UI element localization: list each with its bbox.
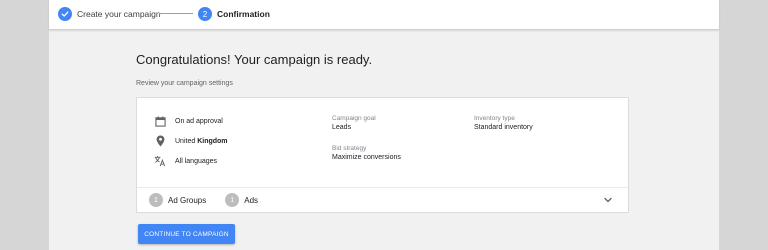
check-icon [61,11,69,17]
languages-value: All languages [175,157,218,165]
step-label: Create your campaign [77,9,161,19]
ad-groups-count: 1 [149,193,163,207]
campaign-goal-value: Leads [332,124,352,131]
stepper: Create your campaign 2 Confirmation [49,0,719,30]
stepper-connector [159,13,193,14]
step-create-campaign[interactable]: Create your campaign [58,6,161,22]
inventory-type-label: Inventory type [474,115,515,122]
campaign-goal: Campaign goal Leads [332,115,376,131]
translate-icon [154,155,166,167]
card-divider [137,187,628,188]
page-title: Congratulations! Your campaign is ready. [136,52,373,67]
bid-strategy: Bid strategy Maximize conversions [332,145,401,161]
bid-strategy-label: Bid strategy [332,145,367,152]
step-complete-circle [58,7,72,21]
campaign-summary-card: On ad approval United Kingdom All langua… [136,97,629,213]
step-number: 2 [198,7,212,21]
schedule-row: On ad approval [154,115,223,127]
campaign-goal-label: Campaign goal [332,115,376,122]
languages-row: All languages [154,155,217,167]
campaign-confirmation-panel: Create your campaign 2 Confirmation Cong… [49,0,719,250]
location-pin-icon [154,135,166,147]
inventory-type-value: Standard inventory [474,124,533,131]
ads-count: 1 [225,193,240,207]
schedule-value: On ad approval [175,117,223,125]
ads-label: Ads [244,195,259,205]
page-subtitle: Review your campaign settings [136,80,233,87]
expand-summary-bar[interactable]: 1 Ad Groups 1 Ads [149,192,258,208]
location-prefix: United [175,137,198,145]
bid-strategy-value: Maximize conversions [332,154,401,161]
ad-groups-label: Ad Groups [168,195,207,205]
step-label: Confirmation [217,9,270,19]
location-value: United Kingdom [175,138,228,145]
calendar-icon [154,115,166,127]
continue-to-campaign-button[interactable]: CONTINUE TO CAMPAIGN [138,224,235,244]
inventory-type: Inventory type Standard inventory [474,115,533,131]
location-row: United Kingdom [154,135,228,147]
chevron-down-icon[interactable] [603,195,613,205]
location-emphasis: Kingdom [197,137,228,145]
step-confirmation: 2 Confirmation [198,6,270,22]
